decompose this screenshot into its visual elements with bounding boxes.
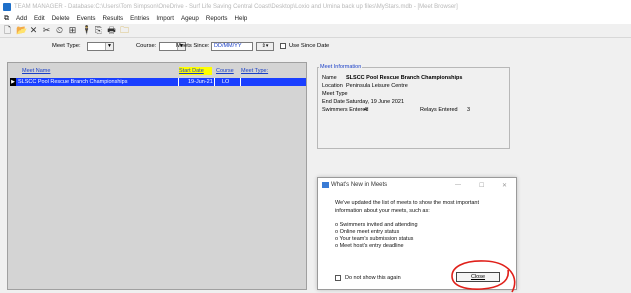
new-icon[interactable]: 🗋 (3, 23, 12, 39)
copy-icon[interactable]: ⎘ (94, 25, 103, 36)
delete-icon[interactable]: ✕ (29, 25, 38, 36)
meet-list: Meet Name Start Date Course Meet Type: ▶… (7, 62, 307, 290)
cell-start-date: 19-Jun-21 (188, 79, 213, 85)
menu-help[interactable]: Help (235, 15, 248, 22)
menu-reports[interactable]: Reports (206, 15, 228, 22)
dialog-bullet: o Online meet entry status (335, 229, 400, 235)
column-divider (240, 78, 241, 86)
column-header-meet-type[interactable]: Meet Type: (241, 67, 276, 75)
folder-icon[interactable]: 🗀 (120, 23, 129, 39)
meets-since-date-input[interactable]: DD/MM/YY (211, 42, 253, 51)
title-bar: TEAM MANAGER - Database:C:\Users\Tom Sim… (0, 0, 631, 13)
toolbar: 🗋 📂 ✕ ✂ ⏲ ⊞ 🕴 ⎘ 🖶 🗀 (0, 24, 631, 38)
use-since-date-checkbox[interactable] (280, 43, 286, 49)
open-icon[interactable]: 📂 (16, 25, 27, 36)
dialog-intro-line-2: information about your meets, such as: (335, 208, 430, 214)
info-name-label: Name (322, 75, 337, 81)
cell-meet-name: SLSCC Pool Rescue Branch Championships (18, 79, 128, 85)
menu-add[interactable]: Add (16, 15, 27, 22)
person-icon[interactable]: 🕴 (81, 25, 92, 36)
column-header-meet-name[interactable]: Meet Name (22, 67, 172, 75)
menu-events[interactable]: Events (77, 15, 96, 22)
dialog-title: What's New in Meets (322, 182, 388, 188)
minimize-button[interactable]: — (455, 182, 461, 188)
dialog-intro-line-1: We've updated the list of meets to show … (335, 200, 480, 206)
meet-information-legend: Meet Information (319, 64, 363, 70)
dont-show-again-checkbox[interactable] (335, 275, 341, 281)
menu-bar: ⧉ Add Edit Delete Events Results Entries… (0, 13, 631, 24)
close-icon[interactable]: ✕ (502, 182, 507, 189)
dialog-bullet: o Your team's submission status (335, 236, 414, 242)
chevron-down-icon: ▼ (105, 43, 113, 50)
info-swimmers-label: Swimmers Entered (322, 107, 369, 113)
meets-since-label: Meets Since: (176, 43, 210, 49)
info-end-date-value: Saturday, 19 June 2021 (346, 99, 404, 105)
menu-ageup[interactable]: Ageup (181, 15, 199, 22)
app-icon (3, 2, 11, 11)
info-swimmers-value: 4 (364, 107, 368, 113)
course-label: Course: (136, 43, 157, 49)
dont-show-again-label: Do not show this again (345, 275, 401, 281)
info-location-value: Peninsula Leisure Centre (346, 83, 408, 89)
dialog-bullet: o Meet host's entry deadline (335, 243, 404, 249)
menu-entries[interactable]: Entries (130, 15, 149, 22)
info-relays-label: Relays Entered (420, 107, 458, 113)
dialog-title-text: What's New in Meets (331, 182, 388, 188)
print-icon[interactable]: 🖶 (107, 23, 116, 39)
column-header-course[interactable]: Course (216, 67, 238, 75)
info-end-date-label: End Date (322, 99, 345, 105)
menu-delete[interactable]: Delete (52, 15, 70, 22)
clock-icon[interactable]: ⏲ (55, 25, 64, 36)
window-title: TEAM MANAGER - Database:C:\Users\Tom Sim… (14, 3, 458, 10)
column-header-start-date[interactable]: Start Date (179, 67, 212, 75)
table-row[interactable]: ▶ SLSCC Pool Rescue Branch Championships… (10, 78, 306, 86)
meet-type-select[interactable]: ▼ (87, 42, 114, 51)
row-selector-icon: ▶ (10, 78, 16, 86)
info-location-label: Location (322, 83, 343, 89)
info-name-value: SLSCC Pool Rescue Branch Championships (346, 75, 463, 81)
dialog-bullet: o Swimmers invited and attending (335, 222, 418, 228)
cell-course: LO (222, 79, 230, 85)
info-relays-value: 3 (467, 107, 471, 113)
grid-icon[interactable]: ⊞ (68, 25, 77, 36)
menu-import[interactable]: Import (156, 15, 174, 22)
menu-app-icon[interactable]: ⧉ (4, 15, 9, 23)
meet-type-label: Meet Type: (52, 43, 81, 49)
use-since-date-label: Use Since Date (289, 43, 330, 49)
cut-icon[interactable]: ✂ (42, 25, 51, 36)
column-divider (214, 78, 215, 86)
maximize-button[interactable]: ☐ (479, 182, 484, 189)
info-meet-type-label: Meet Type (322, 91, 348, 97)
date-spinner[interactable]: ⇕▾ (256, 42, 274, 51)
menu-edit[interactable]: Edit (34, 15, 45, 22)
dialog-app-icon (322, 182, 329, 188)
column-divider (178, 78, 179, 86)
menu-results[interactable]: Results (103, 15, 124, 22)
red-annotation-circle (451, 260, 516, 293)
